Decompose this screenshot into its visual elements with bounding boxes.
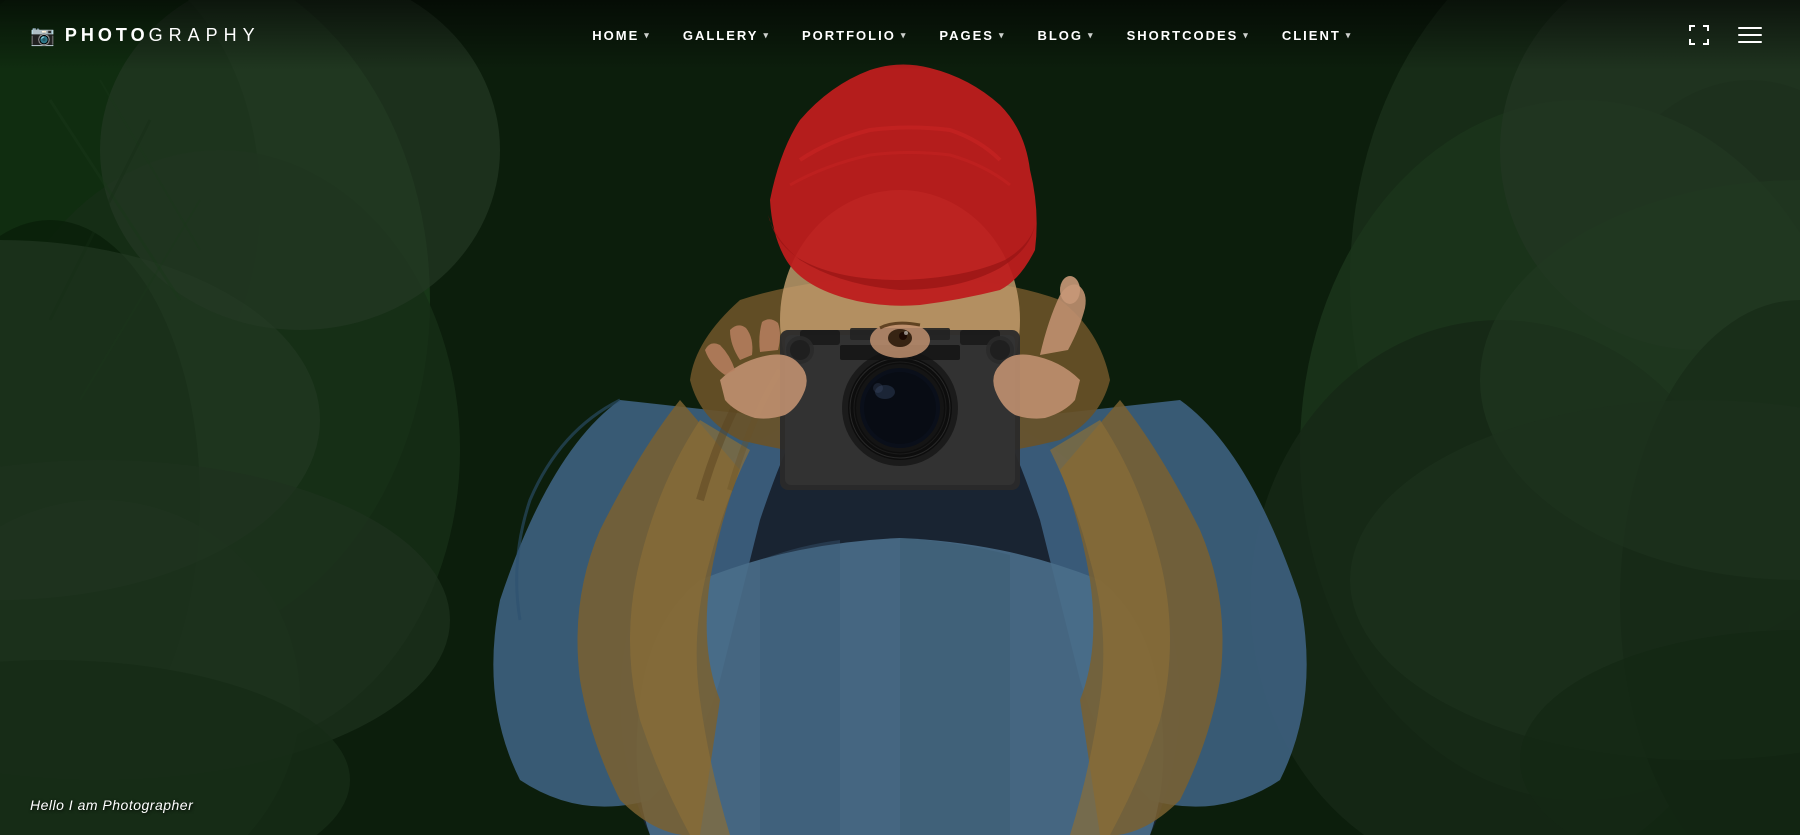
hamburger-line-2 xyxy=(1738,34,1762,36)
chevron-down-icon: ▾ xyxy=(999,30,1006,41)
nav-item-blog: BLOG ▾ xyxy=(1021,20,1110,51)
nav-item-gallery: GALLERY ▾ xyxy=(667,20,786,51)
hamburger-icon xyxy=(1734,23,1766,47)
nav-item-home: HOME ▾ xyxy=(576,20,667,51)
nav-link-home[interactable]: HOME ▾ xyxy=(576,20,667,51)
nav-item-pages: PAGES ▾ xyxy=(923,20,1021,51)
fullscreen-button[interactable] xyxy=(1684,20,1714,50)
chevron-down-icon: ▾ xyxy=(644,30,651,41)
hero-section: 📷 PHOTOGRAPHY HOME ▾ GALLERY ▾ xyxy=(0,0,1800,835)
hamburger-line-3 xyxy=(1738,41,1762,43)
navbar: 📷 PHOTOGRAPHY HOME ▾ GALLERY ▾ xyxy=(0,0,1800,70)
chevron-down-icon: ▾ xyxy=(1243,30,1250,41)
nav-item-shortcodes: SHORTCODES ▾ xyxy=(1111,20,1266,51)
nav-item-client: CLIENT ▾ xyxy=(1266,20,1368,51)
brand-text: PHOTOGRAPHY xyxy=(65,25,261,46)
navbar-actions xyxy=(1684,19,1770,51)
hamburger-line-1 xyxy=(1738,27,1762,29)
hero-background xyxy=(0,0,1800,835)
nav-link-client[interactable]: CLIENT ▾ xyxy=(1266,20,1368,51)
expand-icon xyxy=(1688,24,1710,46)
nav-link-blog[interactable]: BLOG ▾ xyxy=(1021,20,1110,51)
navbar-brand[interactable]: 📷 PHOTOGRAPHY xyxy=(30,23,261,48)
chevron-down-icon: ▾ xyxy=(901,30,908,41)
navbar-nav: HOME ▾ GALLERY ▾ PORTFOLIO ▾ PAGES xyxy=(576,20,1368,51)
hero-caption: Hello I am Photographer xyxy=(30,797,193,815)
nav-link-shortcodes[interactable]: SHORTCODES ▾ xyxy=(1111,20,1266,51)
nav-link-portfolio[interactable]: PORTFOLIO ▾ xyxy=(786,20,923,51)
camera-icon: 📷 xyxy=(30,23,55,48)
nav-link-pages[interactable]: PAGES ▾ xyxy=(923,20,1021,51)
nav-link-gallery[interactable]: GALLERY ▾ xyxy=(667,20,786,51)
menu-button[interactable] xyxy=(1730,19,1770,51)
hero-caption-text: Hello I am Photographer xyxy=(30,797,193,813)
nav-item-portfolio: PORTFOLIO ▾ xyxy=(786,20,923,51)
chevron-down-icon: ▾ xyxy=(1088,30,1095,41)
chevron-down-icon: ▾ xyxy=(1346,30,1353,41)
chevron-down-icon: ▾ xyxy=(763,30,770,41)
